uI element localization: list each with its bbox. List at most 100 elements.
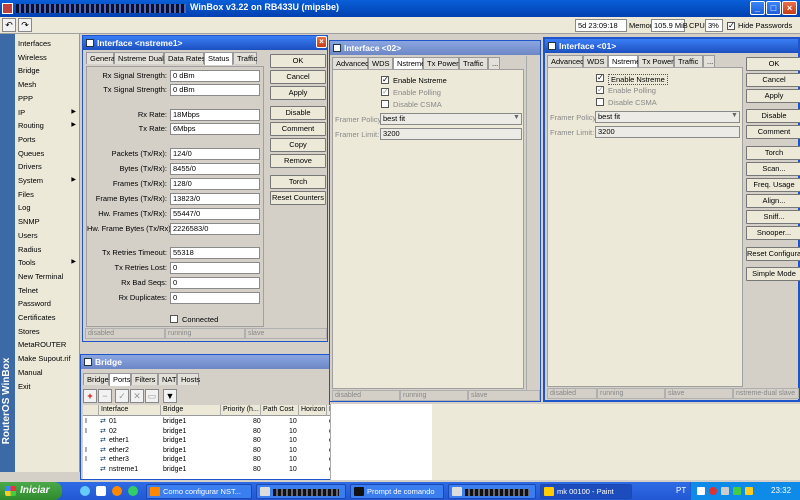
sidebar-item-log[interactable]: Log [18, 201, 80, 214]
task-redacted-2[interactable] [448, 484, 536, 499]
sidebar-item-telnet[interactable]: Telnet [18, 284, 80, 297]
sidebar-item-tools[interactable]: Tools ▶ [18, 256, 80, 269]
tab-bridge[interactable]: Bridge [83, 373, 109, 385]
comment-icon[interactable]: ▭ [145, 389, 159, 403]
tab-hosts[interactable]: Hosts [177, 373, 200, 385]
interface-nstreme1-title-bar[interactable]: Interface <nstreme1> [83, 36, 327, 50]
scan-button[interactable]: Scan... [746, 162, 800, 176]
sidebar-item-bridge[interactable]: Bridge [18, 64, 80, 77]
sidebar-item-password[interactable]: Password [18, 297, 80, 310]
tab-wds[interactable]: WDS [368, 57, 393, 69]
tray-app2-icon[interactable] [745, 487, 753, 495]
sidebar-item-ppp[interactable]: PPP [18, 92, 80, 105]
sidebar-item-routing[interactable]: Routing ▶ [18, 119, 80, 132]
sidebar-item-ip[interactable]: IP ▶ [18, 106, 80, 119]
tab-wds[interactable]: WDS [583, 55, 608, 67]
sidebar-item-interfaces[interactable]: Interfaces [18, 37, 80, 50]
tab-ports[interactable]: Ports [109, 373, 131, 386]
comment-button[interactable]: Comment [746, 125, 800, 139]
tab-advanced[interactable]: Advanced [332, 57, 369, 69]
task-command-prompt[interactable]: Prompt de comando [350, 484, 444, 499]
tab-traffic[interactable]: Traffic [674, 55, 703, 67]
maximize-icon[interactable]: □ [766, 1, 781, 15]
column-header-priority-h[interactable]: Priority (h... [221, 405, 261, 416]
apply-button[interactable]: Apply [746, 89, 800, 103]
sidebar-item-system[interactable]: System ▶ [18, 174, 80, 187]
redo-icon[interactable]: ↷ [18, 18, 32, 32]
sidebar-item-new-terminal[interactable]: New Terminal [18, 270, 80, 283]
enable-nstreme-checkbox[interactable]: ✓ [381, 75, 389, 84]
enable-icon[interactable]: ✓ [115, 389, 129, 403]
cancel-button[interactable]: Cancel [270, 70, 326, 84]
sidebar-item-stores[interactable]: Stores [18, 325, 80, 338]
framer-limit-field[interactable]: 3200 [595, 126, 740, 138]
tab-general[interactable]: General [86, 52, 117, 64]
chevron-down-icon[interactable]: ▼ [731, 112, 738, 119]
remove-button[interactable]: Remove [270, 154, 326, 168]
filter-icon[interactable]: ▼ [163, 389, 177, 403]
torch-button[interactable]: Torch [270, 175, 326, 189]
remove-icon[interactable]: − [98, 389, 112, 403]
explorer-quicklaunch-icon[interactable] [96, 486, 106, 496]
copy-button[interactable]: Copy [270, 138, 326, 152]
ok-button[interactable]: OK [746, 57, 800, 71]
column-header-path-cost[interactable]: Path Cost [261, 405, 299, 416]
bridge-title-bar[interactable]: Bridge [81, 355, 329, 369]
framer-limit-field[interactable]: 3200 [380, 128, 522, 140]
interface-02-title-bar[interactable]: Interface <02> [330, 41, 540, 55]
comment-button[interactable]: Comment [270, 122, 326, 136]
tab-more[interactable]: ... [488, 57, 500, 69]
browser-quicklaunch-icon[interactable] [80, 486, 90, 496]
tab-more[interactable]: ... [703, 55, 715, 67]
close-icon[interactable]: × [316, 36, 327, 48]
sidebar-item-certificates[interactable]: Certificates [18, 311, 80, 324]
torch-button[interactable]: Torch [746, 146, 800, 160]
snooper-button[interactable]: Snooper... [746, 226, 800, 240]
tray-network-icon[interactable] [697, 487, 705, 495]
tab-nat[interactable]: NAT [158, 373, 177, 385]
language-indicator[interactable]: PT [676, 486, 686, 495]
sidebar-item-radius[interactable]: Radius [18, 243, 80, 256]
sidebar-item-ports[interactable]: Ports [18, 133, 80, 146]
column-header-interface[interactable]: Interface [99, 405, 161, 416]
messenger-quicklaunch-icon[interactable] [128, 486, 138, 496]
sidebar-item-make-supout-rif[interactable]: Make Supout.rif [18, 352, 80, 365]
start-button[interactable]: Iniciar [0, 482, 62, 500]
sidebar-item-wireless[interactable]: Wireless [18, 51, 80, 64]
task-redacted[interactable] [256, 484, 346, 499]
add-icon[interactable]: + [83, 389, 97, 403]
column-header-horizon[interactable]: Horizon [299, 405, 327, 416]
sidebar-item-manual[interactable]: Manual [18, 366, 80, 379]
ok-button[interactable]: OK [270, 54, 326, 68]
firefox-quicklaunch-icon[interactable] [112, 486, 122, 496]
tab-traffic[interactable]: Traffic [233, 52, 257, 64]
tab-advanced[interactable]: Advanced [547, 55, 584, 67]
main-title-bar[interactable]: WinBox v3.22 on RB433U (mipsbe) _ □ × [0, 0, 800, 17]
disable-icon[interactable]: ✕ [130, 389, 144, 403]
freq-usage-button[interactable]: Freq. Usage [746, 178, 800, 192]
sidebar-item-exit[interactable]: Exit [18, 380, 80, 393]
align-button[interactable]: Align... [746, 194, 800, 208]
sidebar-item-snmp[interactable]: SNMP [18, 215, 80, 228]
tab-tx-power[interactable]: Tx Power [423, 57, 459, 69]
sidebar-item-drivers[interactable]: Drivers [18, 160, 80, 173]
tab-traffic[interactable]: Traffic [459, 57, 488, 69]
sidebar-item-users[interactable]: Users [18, 229, 80, 242]
cancel-button[interactable]: Cancel [746, 73, 800, 87]
tab-filters[interactable]: Filters [131, 373, 158, 385]
framer-policy-select[interactable]: best fit [595, 111, 740, 123]
close-icon[interactable]: × [782, 1, 797, 15]
tray-security-icon[interactable] [709, 487, 717, 495]
reset-counters-button[interactable]: Reset Counters [270, 191, 326, 205]
sidebar-item-queues[interactable]: Queues [18, 147, 80, 160]
tray-app-icon[interactable] [733, 487, 741, 495]
task-paint[interactable]: mk 00100 - Paint [540, 484, 632, 499]
sidebar-item-mesh[interactable]: Mesh [18, 78, 80, 91]
disable-button[interactable]: Disable [270, 106, 326, 120]
hide-passwords-checkbox[interactable]: ✓ [727, 21, 735, 30]
reset-configuration-button[interactable]: Reset Configuration [746, 247, 800, 261]
enable-nstreme-checkbox[interactable]: ✓ [596, 73, 604, 82]
simple-mode-button[interactable]: Simple Mode [746, 267, 800, 281]
tab-data-rates[interactable]: Data Rates [164, 52, 206, 64]
undo-icon[interactable]: ↶ [2, 18, 16, 32]
